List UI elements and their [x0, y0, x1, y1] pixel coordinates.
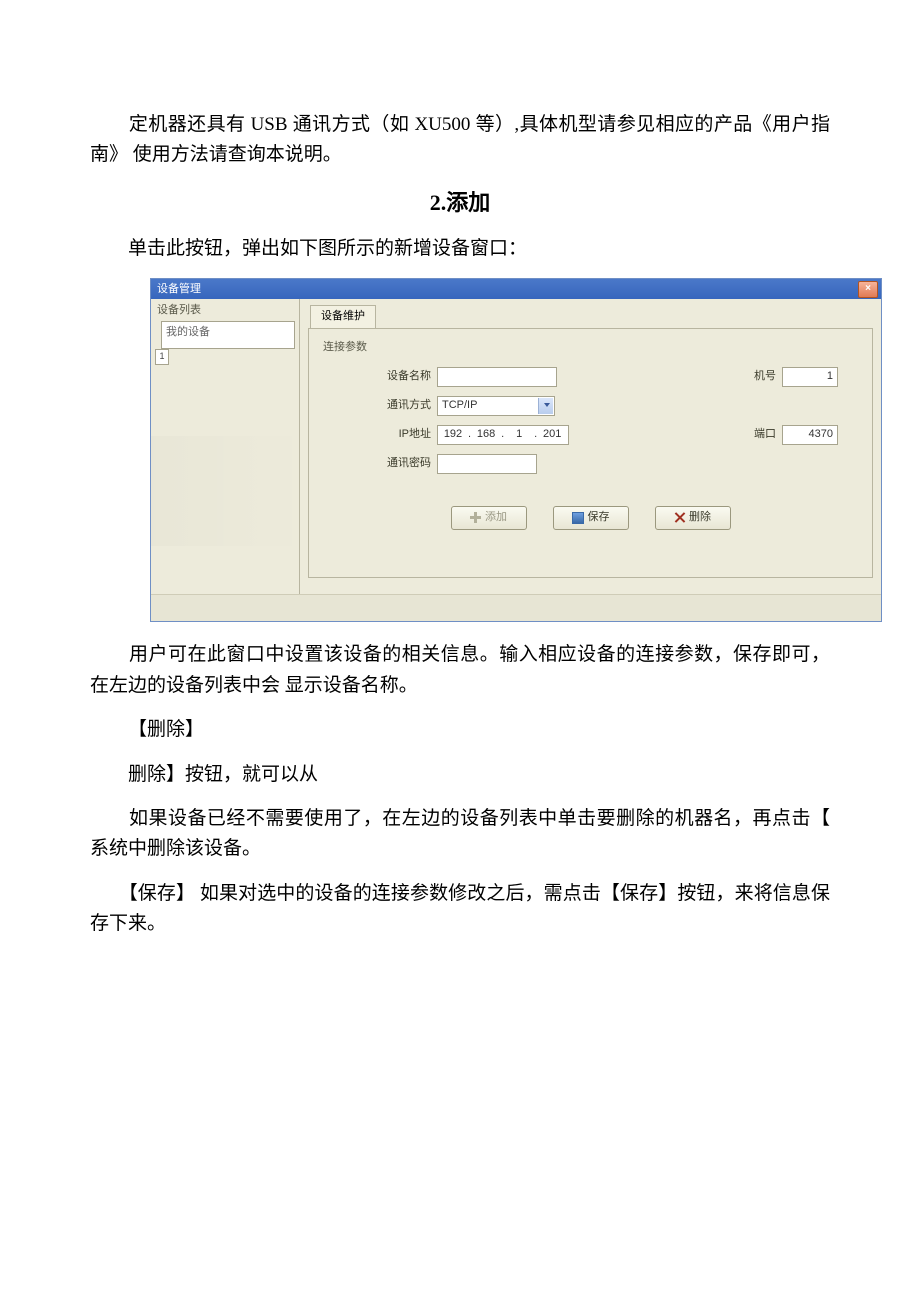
text: 【保存】 如果对选中的设备的连接参数修改之后，需点击【保存】按钮，来将信息保存下…: [90, 883, 830, 934]
close-icon: ×: [865, 284, 871, 294]
label-machine-no: 机号: [742, 368, 776, 386]
paragraph: 用户可在此窗口中设置该设备的相关信息。输入相应设备的连接参数，保存即可，在左边的…: [90, 640, 830, 701]
chevron-down-icon: [544, 403, 550, 407]
paragraph: 单击此按钮，弹出如下图所示的新增设备窗口：: [90, 234, 830, 264]
text: 用户可在此窗口中设置该设备的相关信息。输入相应设备的连接参数，保存即可，在左边的…: [90, 644, 830, 695]
delete-icon: [674, 512, 685, 523]
device-sidebar: 设备列表 我的设备 1: [151, 299, 300, 594]
label-password: 通讯密码: [377, 455, 431, 473]
text: 定机器还具有 USB 通讯方式（如 XU500 等）,具体机型请参见相应的产品《…: [90, 114, 830, 165]
device-manager-window: 设备管理 × 设备列表 我的设备 1 设备维护 连接参数 设备名称: [150, 278, 882, 622]
window-title: 设备管理: [157, 281, 201, 299]
window-bottom-bar: [151, 594, 881, 621]
group-title: 连接参数: [323, 339, 858, 357]
label-port: 端口: [742, 426, 776, 444]
input-device-name[interactable]: [437, 367, 557, 387]
text: 如果设备已经不需要使用了，在左边的设备列表中单击要删除的机器名，再点击【 系统中…: [90, 808, 830, 859]
paragraph: 如果设备已经不需要使用了，在左边的设备列表中单击要删除的机器名，再点击【 系统中…: [90, 804, 830, 865]
paragraph: 定机器还具有 USB 通讯方式（如 XU500 等）,具体机型请参见相应的产品《…: [90, 110, 830, 171]
window-titlebar: 设备管理 ×: [151, 279, 881, 299]
device-tree-item[interactable]: 1: [155, 349, 169, 365]
input-ip[interactable]: 192. 168. 1. 201: [437, 425, 569, 445]
decorative-shadow: [151, 436, 309, 546]
add-button[interactable]: 添加: [451, 506, 527, 530]
ip-seg-3: 1: [504, 426, 534, 444]
plus-icon: [470, 512, 481, 523]
button-label: 删除: [689, 509, 711, 527]
close-button[interactable]: ×: [858, 281, 878, 298]
label-ip: IP地址: [377, 426, 431, 444]
ip-seg-2: 168: [471, 426, 501, 444]
button-label: 添加: [485, 509, 507, 527]
select-comm-mode[interactable]: TCP/IP: [437, 396, 555, 416]
delete-button[interactable]: 删除: [655, 506, 731, 530]
save-button[interactable]: 保存: [553, 506, 629, 530]
button-label: 保存: [588, 509, 610, 527]
paragraph: 【删除】: [90, 715, 830, 745]
section-heading: 2.添加: [90, 185, 830, 220]
device-tree-root[interactable]: 我的设备: [161, 321, 295, 349]
sidebar-group-title: 设备列表: [151, 299, 299, 320]
select-value: TCP/IP: [442, 397, 477, 415]
ip-seg-1: 192: [438, 426, 468, 444]
ip-seg-4: 201: [537, 426, 567, 444]
label-comm-mode: 通讯方式: [377, 397, 431, 415]
main-panel: 设备维护 连接参数 设备名称 机号 1 通讯方式 TCP/IP: [300, 299, 881, 594]
tab-device-maintain[interactable]: 设备维护: [310, 305, 376, 328]
paragraph: 删除】按钮，就可以从: [90, 760, 830, 790]
tab-body: 连接参数 设备名称 机号 1 通讯方式 TCP/IP: [308, 328, 873, 578]
paragraph: 【保存】 如果对选中的设备的连接参数修改之后，需点击【保存】按钮，来将信息保存下…: [90, 879, 830, 940]
save-icon: [572, 512, 584, 524]
input-port[interactable]: 4370: [782, 425, 838, 445]
input-machine-no[interactable]: 1: [782, 367, 838, 387]
label-device-name: 设备名称: [377, 368, 431, 386]
input-password[interactable]: [437, 454, 537, 474]
